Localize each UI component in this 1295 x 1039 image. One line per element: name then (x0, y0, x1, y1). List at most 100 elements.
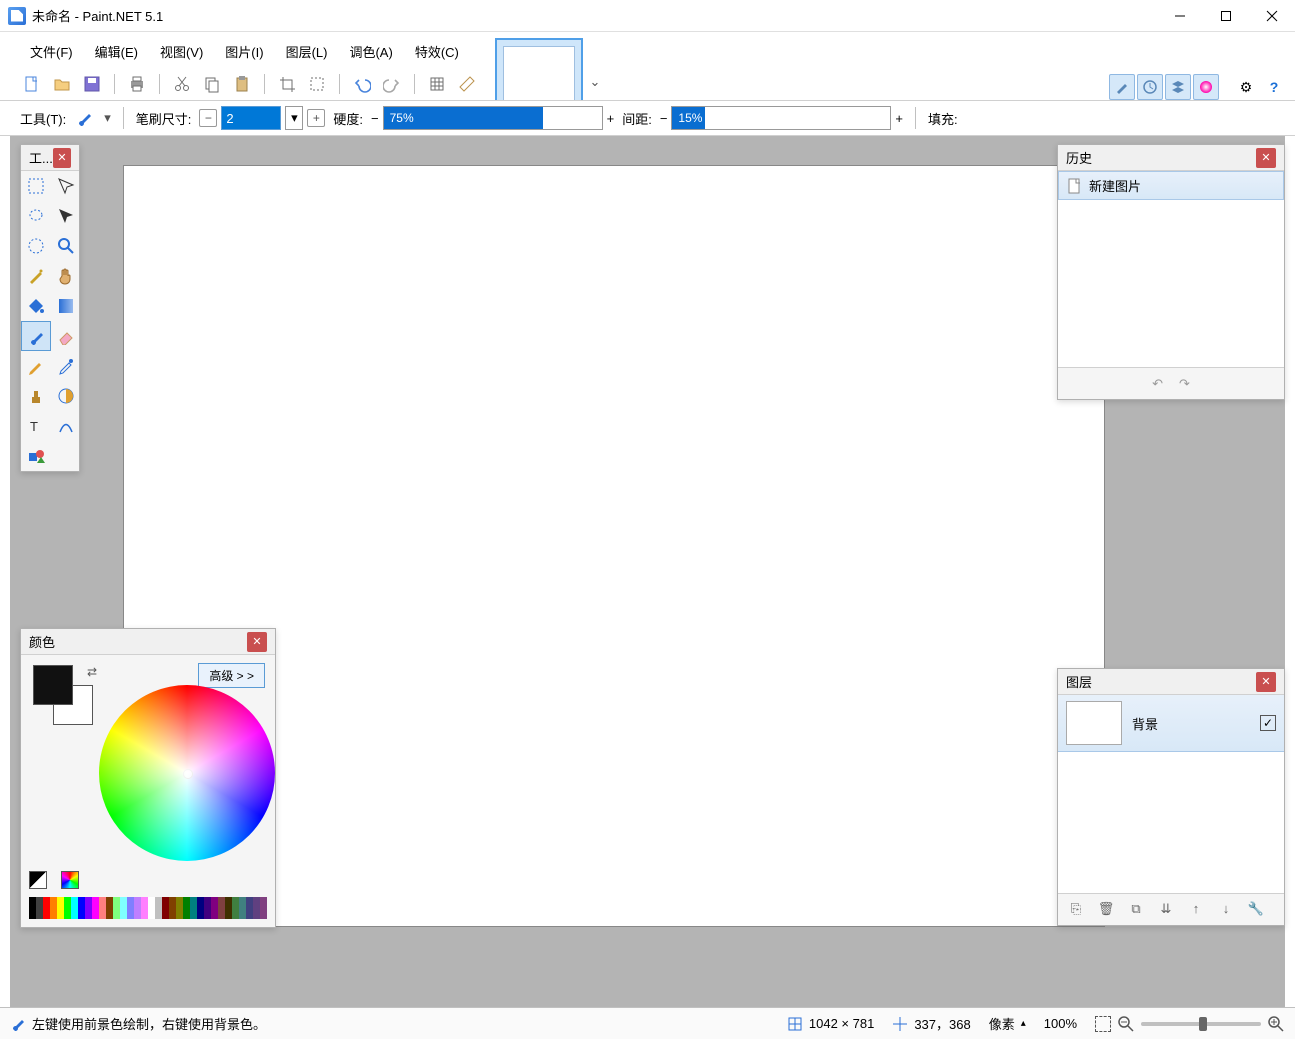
redo-icon[interactable] (380, 72, 404, 96)
history-undo-icon[interactable]: ↶ (1152, 376, 1163, 392)
hardness-slider[interactable]: 75% (383, 106, 603, 130)
palette-color[interactable] (239, 897, 246, 919)
pencil-tool[interactable] (21, 351, 51, 381)
pan-tool[interactable] (51, 261, 81, 291)
color-picker-tool[interactable] (51, 351, 81, 381)
menu-file[interactable]: 文件(F) (20, 38, 83, 65)
color-wheel[interactable] (99, 685, 275, 861)
layer-visible-checkbox[interactable]: ✓ (1260, 715, 1276, 731)
gradient-tool[interactable] (51, 291, 81, 321)
palette-color[interactable] (190, 897, 197, 919)
paint-bucket-tool[interactable] (21, 291, 51, 321)
tools-panel-close[interactable]: ✕ (53, 148, 71, 168)
add-layer-icon[interactable]: ⎘ (1064, 897, 1088, 921)
menu-effects[interactable]: 特效(C) (405, 38, 469, 65)
spacing-plus[interactable]: + (895, 111, 903, 126)
clone-stamp-tool[interactable] (21, 381, 51, 411)
cut-icon[interactable] (170, 72, 194, 96)
palette-color[interactable] (148, 897, 155, 919)
zoom-tool[interactable] (51, 231, 81, 261)
move-pixels-tool[interactable] (51, 201, 81, 231)
tools-toggle-icon[interactable] (1109, 74, 1135, 100)
menu-view[interactable]: 视图(V) (150, 38, 213, 65)
menu-image[interactable]: 图片(I) (215, 38, 273, 65)
print-icon[interactable] (125, 72, 149, 96)
palette-color[interactable] (176, 897, 183, 919)
crop-icon[interactable] (275, 72, 299, 96)
palette-color[interactable] (57, 897, 64, 919)
copy-icon[interactable] (200, 72, 224, 96)
history-item[interactable]: 新建图片 (1058, 171, 1284, 200)
layers-panel-close[interactable]: ✕ (1256, 672, 1276, 692)
palette-color[interactable] (113, 897, 120, 919)
palette-color[interactable] (50, 897, 57, 919)
colors-toggle-icon[interactable] (1193, 74, 1219, 100)
move-selection-tool[interactable] (51, 171, 81, 201)
hardness-plus[interactable]: + (607, 111, 615, 126)
swap-colors-icon[interactable]: ⇄ (87, 665, 97, 679)
undo-icon[interactable] (350, 72, 374, 96)
palette-color[interactable] (64, 897, 71, 919)
zoom-slider[interactable] (1141, 1022, 1261, 1026)
palette-color[interactable] (78, 897, 85, 919)
close-button[interactable] (1249, 0, 1295, 32)
zoom-out-icon[interactable] (1117, 1015, 1135, 1033)
palette-color[interactable] (106, 897, 113, 919)
shapes-tool[interactable] (21, 441, 51, 471)
palette-color[interactable] (29, 897, 36, 919)
minimize-button[interactable] (1157, 0, 1203, 32)
palette-color[interactable] (260, 897, 267, 919)
palette-color[interactable] (232, 897, 239, 919)
palette-color[interactable] (162, 897, 169, 919)
magic-wand-tool[interactable] (21, 261, 51, 291)
palette-color[interactable] (218, 897, 225, 919)
recolor-tool[interactable] (51, 381, 81, 411)
layer-row[interactable]: 背景 ✓ (1058, 695, 1284, 752)
advanced-button[interactable]: 高级 > > (198, 663, 265, 688)
palette-color[interactable] (43, 897, 50, 919)
palette-color[interactable] (92, 897, 99, 919)
history-list[interactable]: 新建图片 (1058, 171, 1284, 367)
lasso-tool[interactable] (21, 201, 51, 231)
palette-color[interactable] (36, 897, 43, 919)
hardness-minus[interactable]: − (371, 111, 379, 126)
menu-layer[interactable]: 图层(L) (276, 38, 338, 65)
palette-color[interactable] (183, 897, 190, 919)
reset-colors-icon[interactable] (29, 871, 47, 889)
palette-color[interactable] (141, 897, 148, 919)
move-down-icon[interactable]: ↓ (1214, 897, 1238, 921)
merge-down-icon[interactable]: ⇊ (1154, 897, 1178, 921)
units-selector[interactable]: 像素 ▴ (989, 1014, 1026, 1033)
help-icon[interactable]: ? (1261, 74, 1287, 100)
eraser-tool[interactable] (51, 321, 81, 351)
layer-properties-icon[interactable]: 🔧 (1244, 897, 1268, 921)
delete-layer-icon[interactable]: 🗑 (1094, 897, 1118, 921)
line-tool[interactable] (51, 411, 81, 441)
palette-color[interactable] (85, 897, 92, 919)
spacing-slider[interactable]: 15% (671, 106, 891, 130)
foreground-color-swatch[interactable] (33, 665, 73, 705)
maximize-button[interactable] (1203, 0, 1249, 32)
move-up-icon[interactable]: ↑ (1184, 897, 1208, 921)
new-file-icon[interactable] (20, 72, 44, 96)
palette-color[interactable] (197, 897, 204, 919)
spacing-minus[interactable]: − (660, 111, 668, 126)
ruler-icon[interactable] (455, 72, 479, 96)
paintbrush-tool[interactable] (21, 321, 51, 351)
menu-adjust[interactable]: 调色(A) (339, 38, 402, 65)
menu-edit[interactable]: 编辑(E) (85, 38, 148, 65)
palette-color[interactable] (134, 897, 141, 919)
rect-select-tool[interactable] (21, 171, 51, 201)
deselect-icon[interactable] (305, 72, 329, 96)
thumbnail-dropdown-icon[interactable]: ⌄ (587, 74, 603, 90)
layers-list[interactable]: 背景 ✓ (1058, 695, 1284, 893)
grid-icon[interactable] (425, 72, 449, 96)
brush-tool-icon[interactable] (74, 107, 96, 129)
history-redo-icon[interactable]: ↷ (1179, 376, 1190, 392)
ellipse-select-tool[interactable] (21, 231, 51, 261)
colors-panel-close[interactable]: ✕ (247, 632, 267, 652)
duplicate-layer-icon[interactable]: ⧉ (1124, 897, 1148, 921)
zoom-in-icon[interactable] (1267, 1015, 1285, 1033)
palette-color[interactable] (225, 897, 232, 919)
palette-color[interactable] (120, 897, 127, 919)
